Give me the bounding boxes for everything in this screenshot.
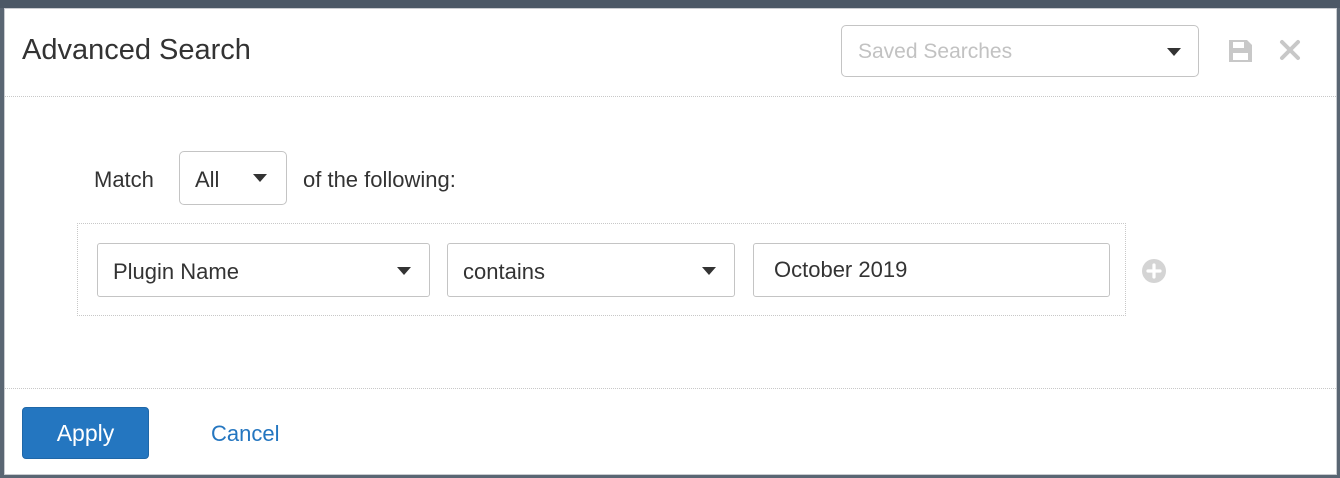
background-app-strip (0, 0, 1340, 8)
rule-operator-select[interactable]: contains (447, 243, 735, 297)
save-icon[interactable] (1227, 39, 1253, 63)
rule-operator-value: contains (463, 259, 545, 284)
dialog-body: Match All of the following: Plugin Name … (5, 97, 1336, 387)
match-suffix-label: of the following: (303, 167, 456, 192)
saved-searches-select[interactable]: Saved Searches (841, 25, 1199, 77)
cancel-link[interactable]: Cancel (211, 421, 279, 447)
apply-button[interactable]: Apply (22, 407, 149, 459)
advanced-search-dialog: Advanced Search Saved Searches Match All… (4, 8, 1337, 475)
dialog-footer: Apply Cancel (5, 388, 1336, 474)
close-icon[interactable] (1279, 39, 1301, 61)
rule-field-value: Plugin Name (113, 259, 239, 284)
match-prefix-label: Match (94, 167, 154, 192)
match-mode-value: All (195, 167, 220, 192)
caret-down-icon (1167, 48, 1181, 56)
dialog-title: Advanced Search (22, 34, 251, 66)
rule-row: Plugin Name contains (77, 223, 1126, 316)
plus-circle-icon[interactable] (1141, 258, 1167, 284)
rule-value-input[interactable] (753, 243, 1110, 297)
caret-down-icon (253, 174, 267, 182)
rule-field-select[interactable]: Plugin Name (97, 243, 430, 297)
dialog-header: Advanced Search Saved Searches (5, 9, 1336, 97)
caret-down-icon (397, 267, 411, 275)
match-mode-select[interactable]: All (179, 151, 287, 205)
caret-down-icon (702, 267, 716, 275)
saved-searches-placeholder: Saved Searches (858, 40, 1013, 63)
